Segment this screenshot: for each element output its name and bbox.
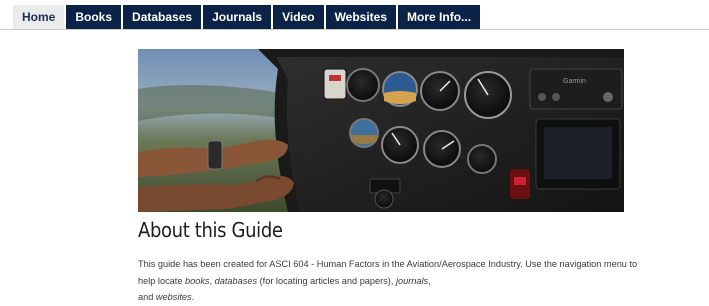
avionics-panel-label: Garmin xyxy=(563,78,586,85)
cockpit-illustration: Garmin xyxy=(138,49,624,212)
guide-tabs: Home Books Databases Journals Video Webs… xyxy=(13,5,481,29)
description-text-2: (for locating articles and papers), xyxy=(257,275,396,286)
page-title: About this Guide xyxy=(138,218,283,242)
tab-books[interactable]: Books xyxy=(66,5,122,29)
tab-more-info[interactable]: More Info... xyxy=(398,5,481,29)
tab-home[interactable]: Home xyxy=(13,5,65,29)
websites-term: websites xyxy=(155,292,192,302)
cockpit-hero-image: Garmin xyxy=(138,49,624,212)
tab-journals[interactable]: Journals xyxy=(203,5,272,29)
description-sep-2: , xyxy=(428,275,431,286)
tab-video[interactable]: Video xyxy=(273,5,324,29)
journals-term: journals xyxy=(395,275,429,286)
description-end: . xyxy=(191,292,195,302)
tab-databases[interactable]: Databases xyxy=(123,5,202,29)
books-term: books xyxy=(185,275,210,286)
guide-nav-bar: Home Books Databases Journals Video Webs… xyxy=(0,0,709,30)
tab-websites[interactable]: Websites xyxy=(325,5,397,29)
description-text-3: and xyxy=(138,292,156,302)
guide-description: This guide has been created for ASCI 604… xyxy=(138,256,638,306)
databases-term: databases xyxy=(214,275,258,286)
